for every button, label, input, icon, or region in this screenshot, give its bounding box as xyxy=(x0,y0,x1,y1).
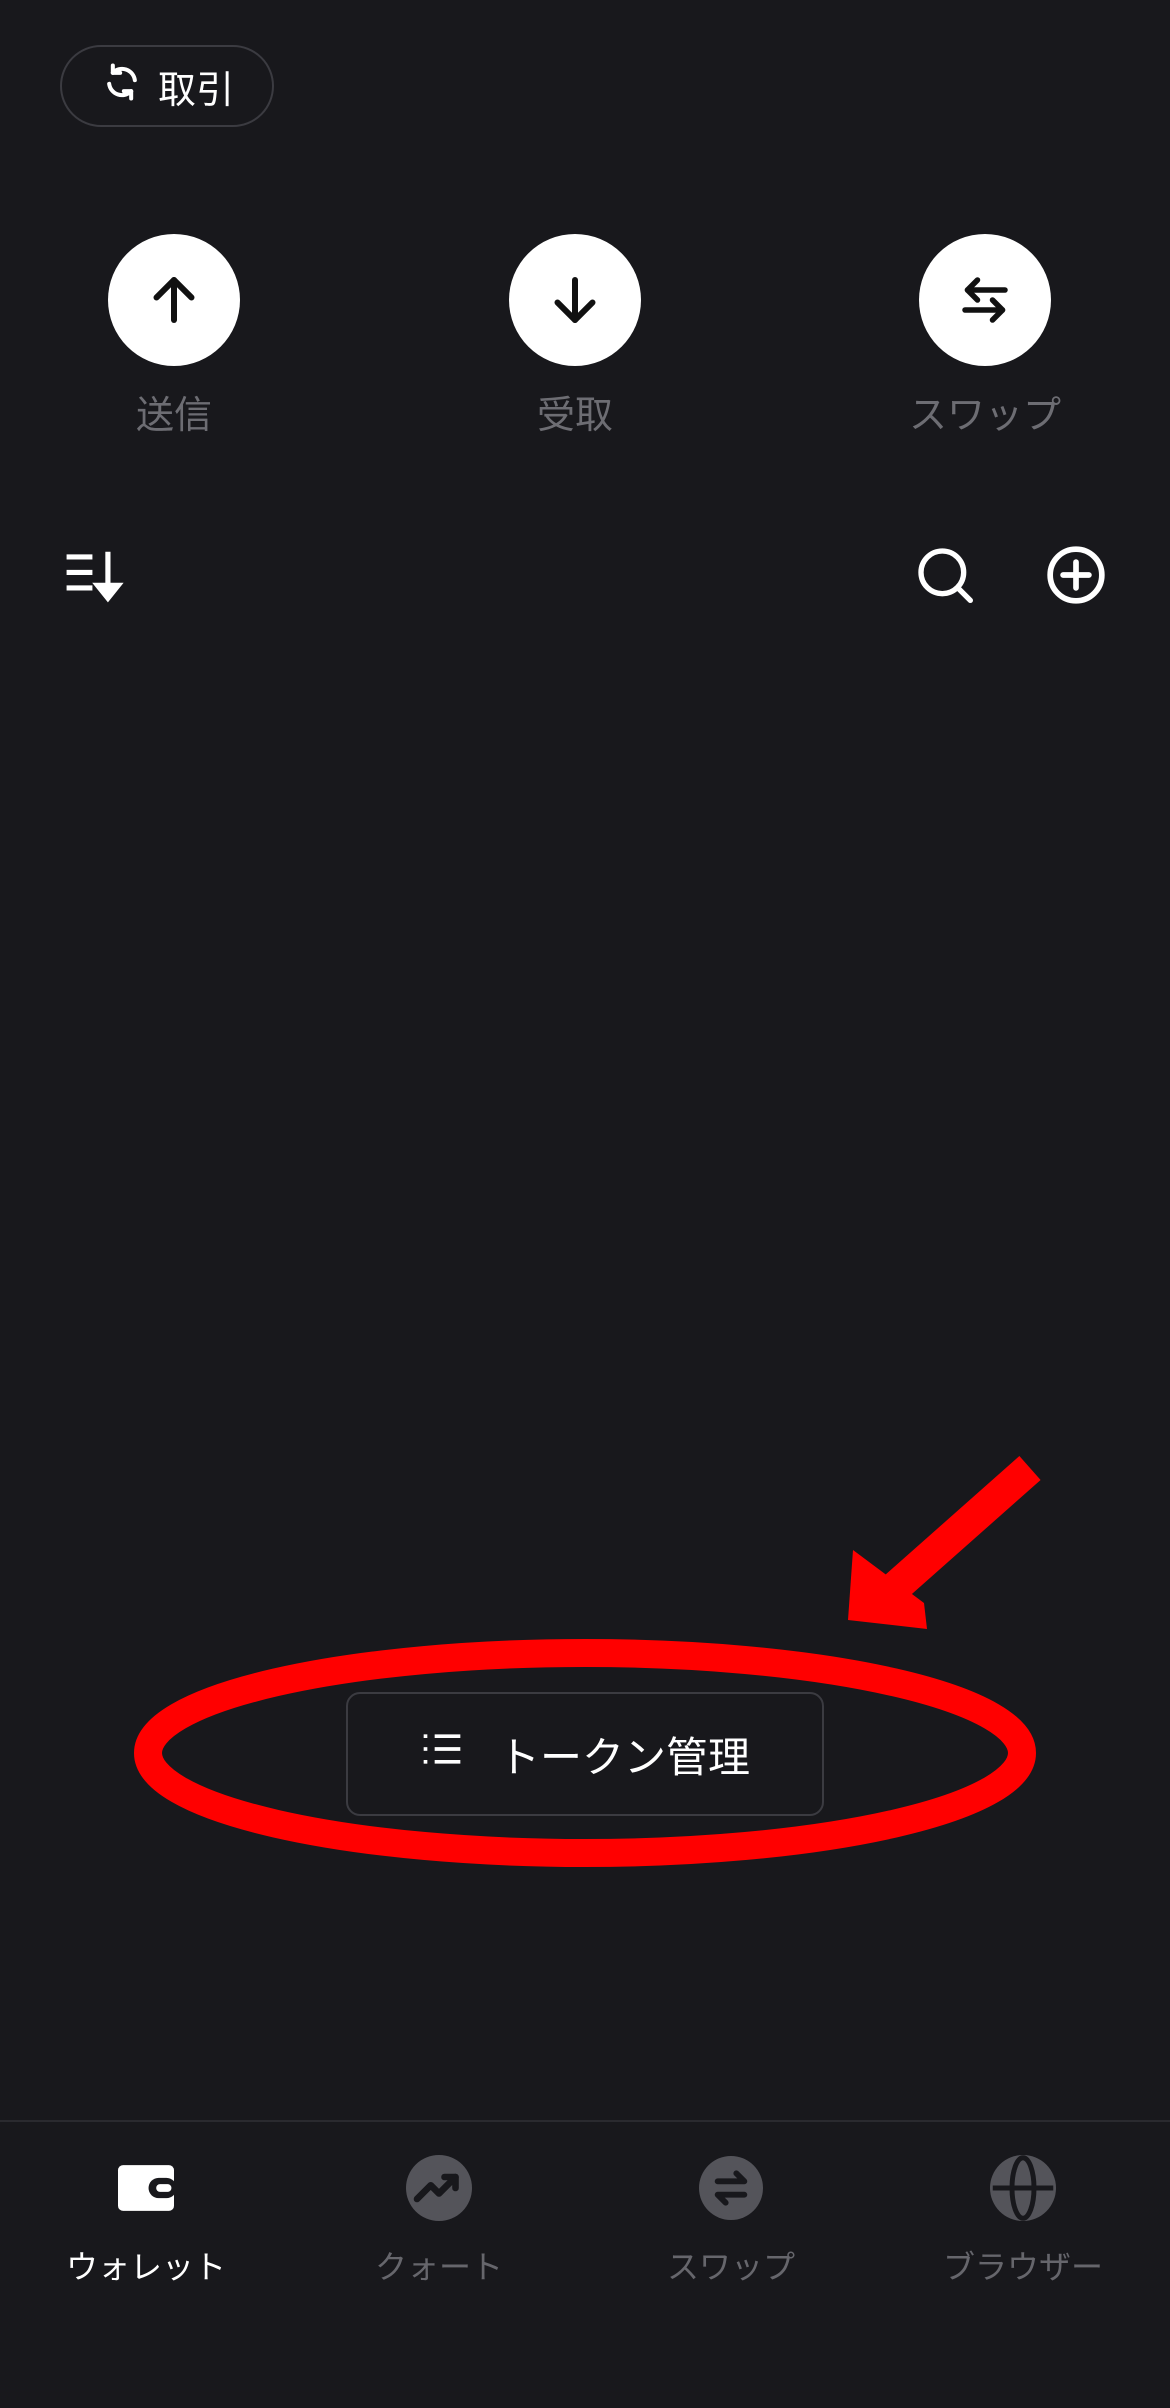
receive-action[interactable]: 受取 xyxy=(455,234,695,439)
highlight-arrow-head xyxy=(848,1550,927,1629)
swap-action[interactable]: スワップ xyxy=(865,234,1105,439)
swap-label: スワップ xyxy=(908,393,1061,437)
arrow-up-icon[interactable] xyxy=(108,234,240,366)
tab-browser-label: ブラウザー xyxy=(942,2248,1103,2286)
token-manage-label: トークン管理 xyxy=(497,1732,750,1782)
tab-wallet[interactable]: ウォレット xyxy=(26,2152,266,2288)
tab-browser[interactable]: ブラウザー xyxy=(903,2152,1143,2288)
swap-arrows-icon[interactable] xyxy=(919,234,1051,366)
swap-icon xyxy=(695,2152,767,2224)
receive-label: 受取 xyxy=(536,393,613,437)
bottom-tab-bar: ウォレット クォート スワップ ブラウザー xyxy=(0,2120,1170,2408)
send-label: 送信 xyxy=(135,393,212,437)
arrow-down-icon[interactable] xyxy=(509,234,641,366)
trade-label: 取引 xyxy=(157,67,234,112)
send-action[interactable]: 送信 xyxy=(54,234,294,439)
refresh-icon xyxy=(100,60,144,113)
tab-swap-label: スワップ xyxy=(666,2248,795,2286)
chart-icon xyxy=(403,2152,475,2224)
search-icon[interactable] xyxy=(910,540,980,610)
list-icon xyxy=(420,1727,464,1781)
wallet-icon xyxy=(110,2152,182,2224)
tab-quote[interactable]: クォート xyxy=(319,2152,559,2288)
trade-button[interactable]: 取引 xyxy=(60,45,274,127)
tab-swap[interactable]: スワップ xyxy=(611,2152,851,2288)
globe-icon xyxy=(987,2152,1059,2224)
sort-icon[interactable] xyxy=(60,540,130,610)
tab-quote-label: クォート xyxy=(374,2248,503,2286)
highlight-arrow-shaft xyxy=(879,1456,1041,1604)
token-manage-button[interactable]: トークン管理 xyxy=(346,1692,824,1816)
tab-wallet-label: ウォレット xyxy=(65,2248,226,2286)
add-circle-icon[interactable] xyxy=(1041,540,1111,610)
